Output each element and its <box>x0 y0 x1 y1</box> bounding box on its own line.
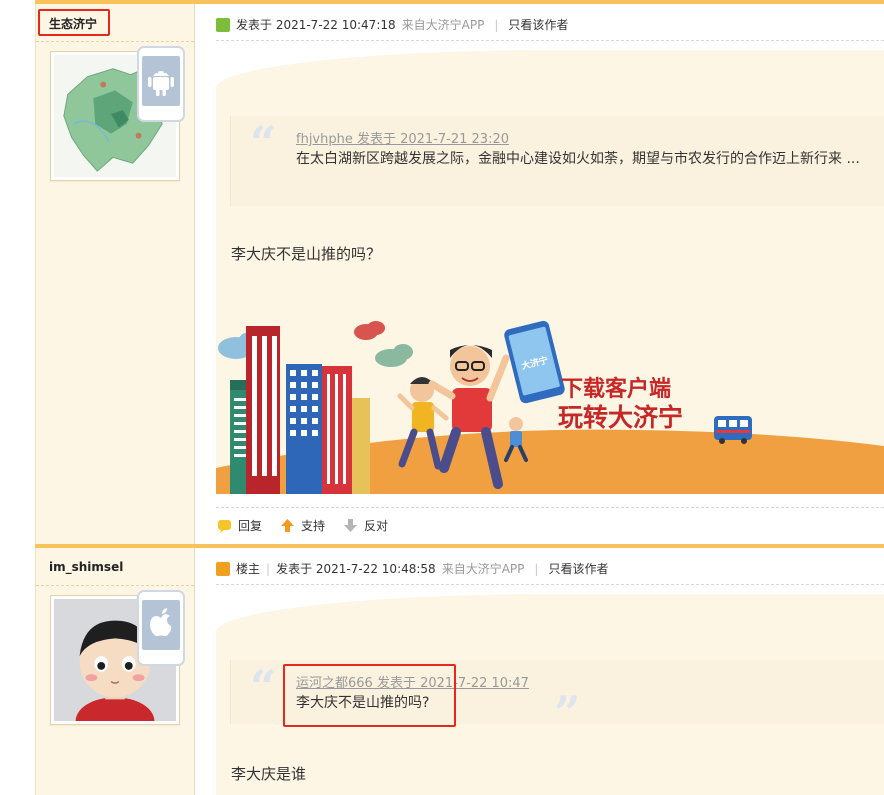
reply-bubble-icon <box>218 520 231 533</box>
support-label: 支持 <box>301 519 326 533</box>
thumbs-up-arrow-icon <box>281 519 295 532</box>
meta-divider <box>216 40 884 41</box>
open-quote-icon: “ <box>250 660 277 714</box>
oppose-label: 反对 <box>364 519 389 533</box>
post1-only-author-link[interactable]: 只看该作者 <box>508 16 568 33</box>
highlight-box <box>283 664 456 727</box>
post1-meta: 发表于 2021-7-22 10:47:18 来自大济宁APP | 只看该作者 <box>216 16 568 33</box>
download-app-banner[interactable]: 大济宁 下载客户端 玩转大济宁 <box>216 318 884 494</box>
close-quote-icon: ” <box>554 686 581 740</box>
reply-button[interactable]: 回复 <box>217 517 262 534</box>
post1-quote-author[interactable]: fhjvhphe 发表于 2021-7-21 23:20 <box>296 128 509 147</box>
post2-username[interactable]: im_shimsel <box>49 560 123 574</box>
action-divider <box>216 507 884 508</box>
open-quote-icon: “ <box>250 116 277 170</box>
post2-only-author-link[interactable]: 只看该作者 <box>548 560 608 577</box>
android-icon <box>148 71 174 96</box>
apple-device-badge <box>137 590 185 666</box>
post1-app-source[interactable]: 来自大济宁APP <box>402 16 485 33</box>
post2-meta: 楼主 | 发表于 2021-7-22 10:48:58 来自大济宁APP | 只… <box>216 560 608 577</box>
oppose-button[interactable]: 反对 <box>343 517 388 534</box>
reply-label: 回复 <box>238 519 263 533</box>
post1-body-text: 李大庆不是山推的吗？ <box>231 245 382 263</box>
post2-app-source[interactable]: 来自大济宁APP <box>442 560 525 577</box>
post1-action-bar: 回复 支持 反对 <box>217 517 406 534</box>
post1-post-time: 发表于 2021-7-22 10:47:18 <box>236 18 396 32</box>
post-top-bar <box>35 0 884 4</box>
highlight-box <box>38 9 110 36</box>
post1-quote-text: 在太白湖新区跨越发展之际，金融中心建设如火如荼，期望与市农发行的合作迈上新行来 … <box>296 151 860 167</box>
post2-post-time: 发表于 2021-7-22 10:48:58 <box>276 562 436 576</box>
post2-host-label: 楼主 <box>236 562 261 576</box>
android-device-badge <box>137 46 185 122</box>
thumbs-down-arrow-icon <box>344 519 358 532</box>
online-status-icon <box>216 17 230 32</box>
user-divider <box>36 41 194 42</box>
bus-icon <box>714 416 752 444</box>
user-divider <box>36 585 194 586</box>
host-badge-icon <box>216 561 230 576</box>
support-button[interactable]: 支持 <box>280 517 325 534</box>
apple-icon <box>150 608 172 637</box>
banner-title-line2: 玩转大济宁 <box>558 403 683 432</box>
post-top-bar <box>35 544 884 548</box>
banner-title-line1: 下载客户端 <box>561 376 671 402</box>
post2-body-text: 李大庆是谁 <box>231 765 307 783</box>
meta-divider <box>216 584 884 585</box>
